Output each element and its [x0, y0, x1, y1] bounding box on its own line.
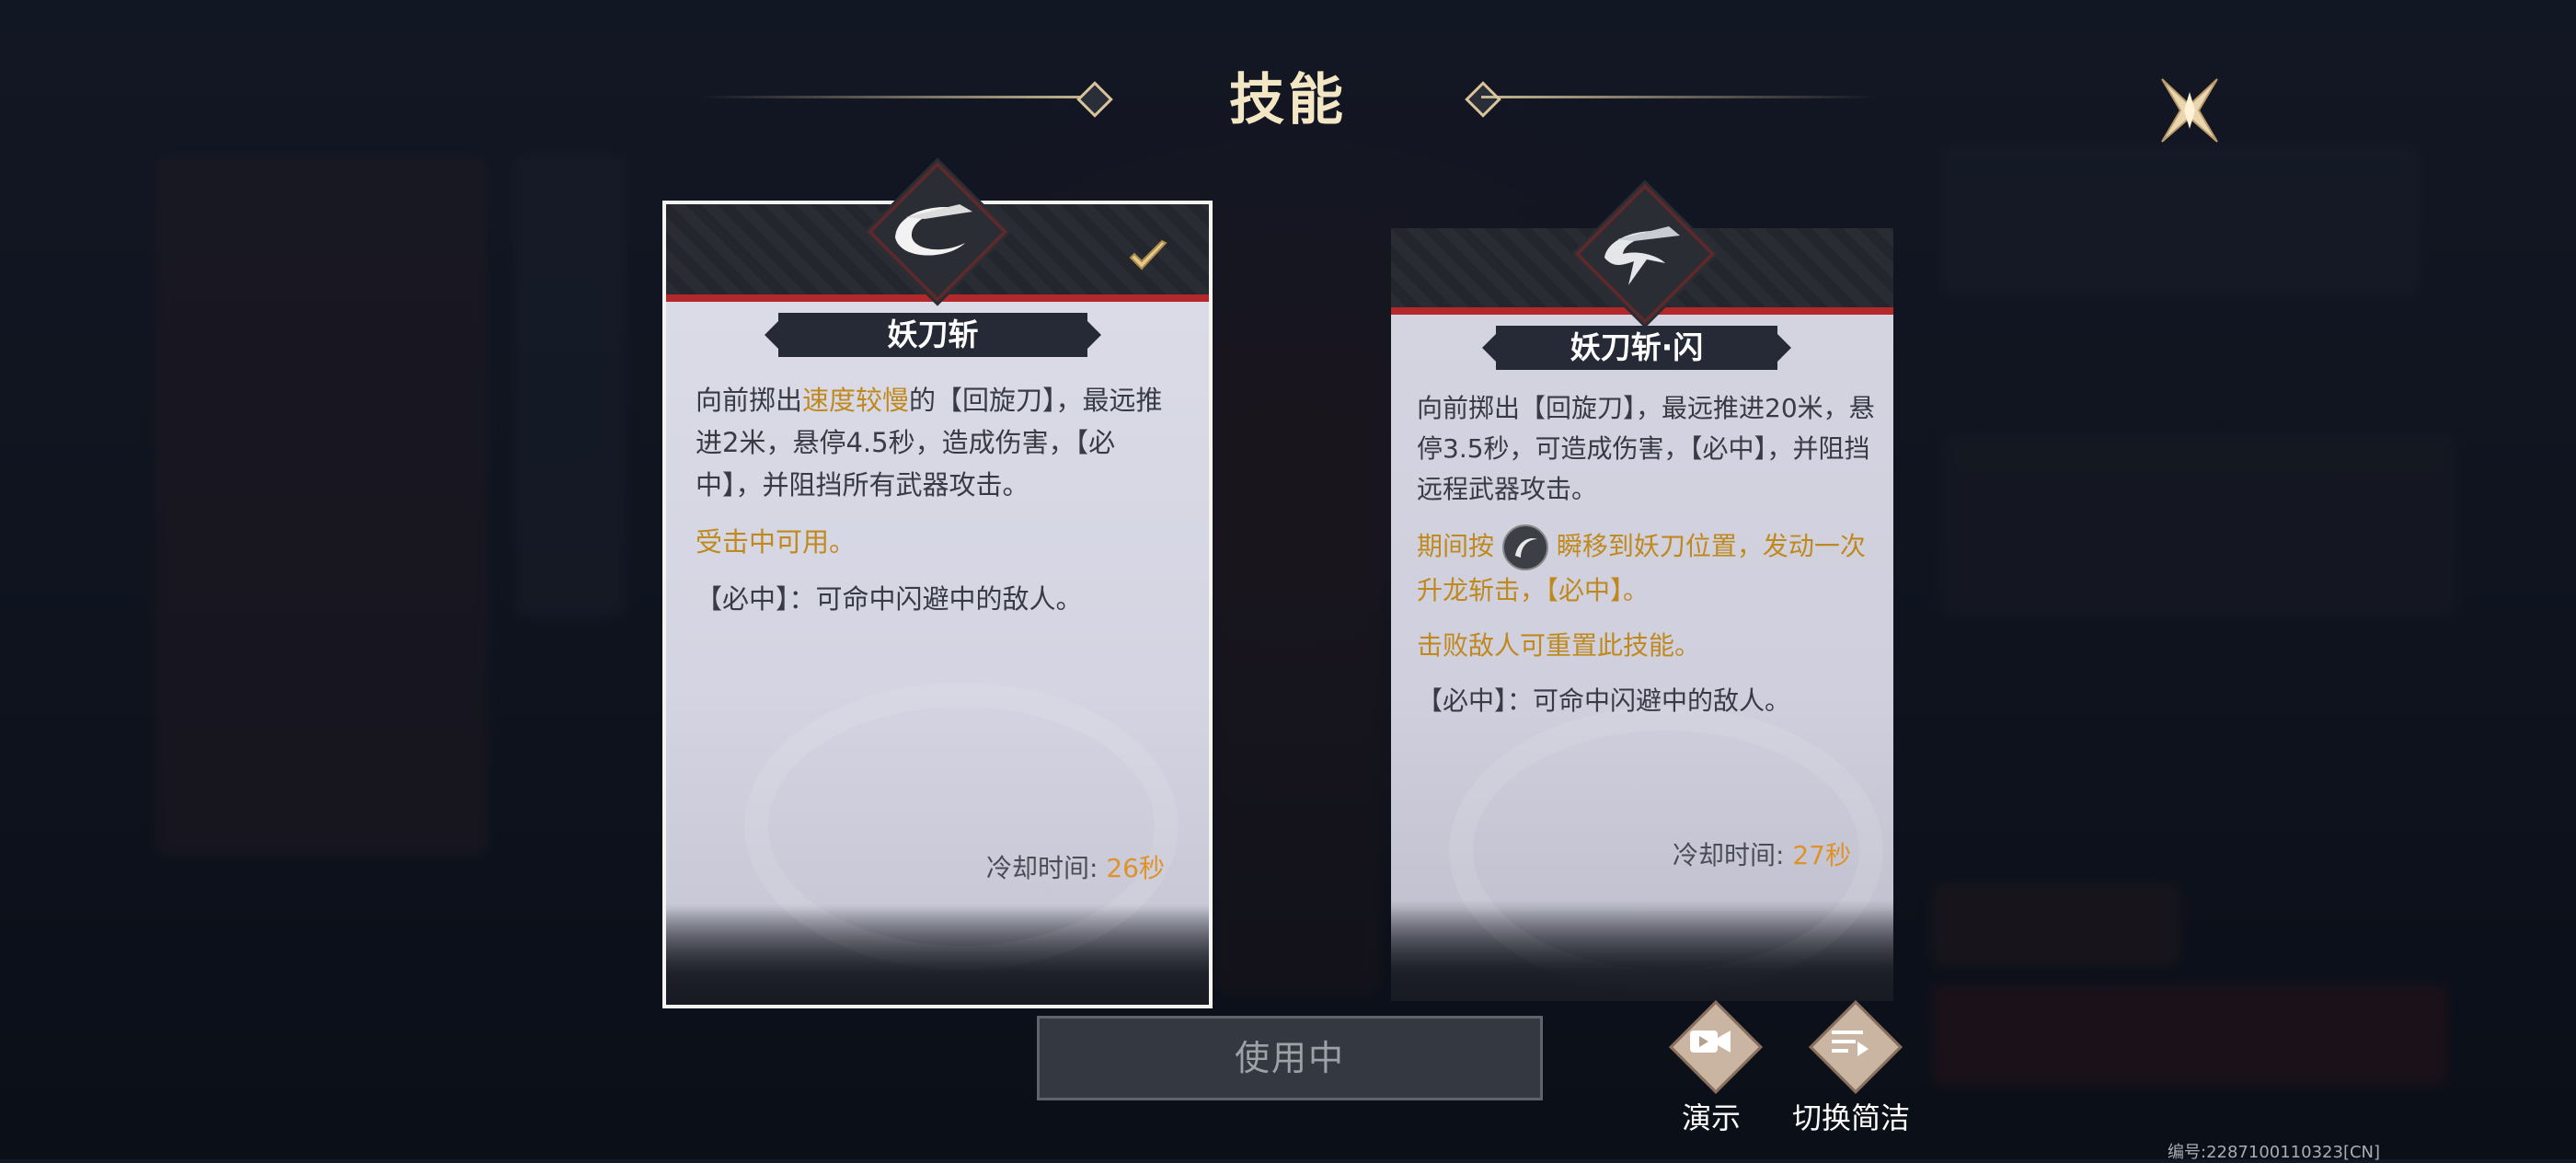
blade-emblem-icon	[1604, 226, 1680, 285]
description-paragraph: 受击中可用。	[696, 526, 857, 558]
description-paragraph: 【必中】：可命中闪避中的敌人。	[1417, 685, 1791, 716]
skill-button-icon	[1501, 524, 1548, 570]
skill-emblem	[1574, 183, 1716, 325]
skill-description: 向前掷出【回旋刀】，最远推进20米，悬停3.5秒，可造成伤害，【必中】，并阻挡远…	[1417, 388, 1877, 736]
skill-name: 妖刀斩	[778, 313, 1087, 357]
close-button[interactable]	[2144, 64, 2236, 156]
demo-label: 演示	[1681, 1100, 1741, 1135]
card-bottom-fade	[666, 904, 1209, 1005]
description-paragraph: 击败敌人可重置此技能。	[1417, 630, 1701, 661]
cooldown-text: 冷却时间: 26秒	[986, 848, 1165, 885]
cooldown-text: 冷却时间: 27秒	[1673, 835, 1851, 872]
description-paragraph: 【必中】：可命中闪避中的敌人。	[696, 583, 1083, 615]
close-icon	[2161, 78, 2218, 143]
background-scene	[0, 0, 2576, 1159]
description-paragraph: 期间按 瞬移到妖刀位置，发动一次升龙斩击，【必中】。	[1417, 524, 1877, 611]
title-decoration-left	[699, 96, 1095, 98]
list-toggle-icon	[1791, 1023, 1911, 1068]
build-code: 编号:2287100110323[CN]	[2168, 1143, 2381, 1162]
switch-concise-label: 切换简洁	[1791, 1100, 1910, 1135]
use-skill-button[interactable]: 使用中	[1037, 1016, 1543, 1100]
blade-emblem-icon	[895, 204, 972, 256]
skill-name: 妖刀斩·闪	[1496, 326, 1777, 370]
cooldown-label: 冷却时间:	[986, 853, 1098, 883]
title-decoration-right	[1481, 96, 1877, 98]
page-title: 技能	[1229, 68, 1347, 132]
checkmark-icon	[1129, 239, 1167, 271]
cooldown-label: 冷却时间:	[1673, 840, 1785, 870]
skill-card-1[interactable]: 妖刀斩 向前掷出速度较慢的【回旋刀】，最远推进2米，悬停4.5秒，造成伤害，【必…	[662, 201, 1213, 1008]
skill-card-2[interactable]: 妖刀斩·闪 向前掷出【回旋刀】，最远推进20米，悬停3.5秒，可造成伤害，【必中…	[1391, 228, 1893, 1001]
description-paragraph: 向前掷出速度较慢的【回旋刀】，最远推进2米，悬停4.5秒，造成伤害，【必中】，并…	[696, 385, 1163, 501]
card-bottom-fade	[1391, 900, 1893, 1001]
cooldown-value: 27秒	[1792, 840, 1851, 870]
skill-description: 向前掷出速度较慢的【回旋刀】，最远推进2米，悬停4.5秒，造成伤害，【必中】，并…	[696, 379, 1174, 635]
cooldown-value: 26秒	[1106, 853, 1165, 883]
description-paragraph: 向前掷出【回旋刀】，最远推进20米，悬停3.5秒，可造成伤害，【必中】，并阻挡远…	[1417, 393, 1875, 504]
skill-emblem	[867, 161, 1008, 303]
selected-check	[1127, 239, 1169, 276]
video-icon	[1651, 1023, 1771, 1068]
